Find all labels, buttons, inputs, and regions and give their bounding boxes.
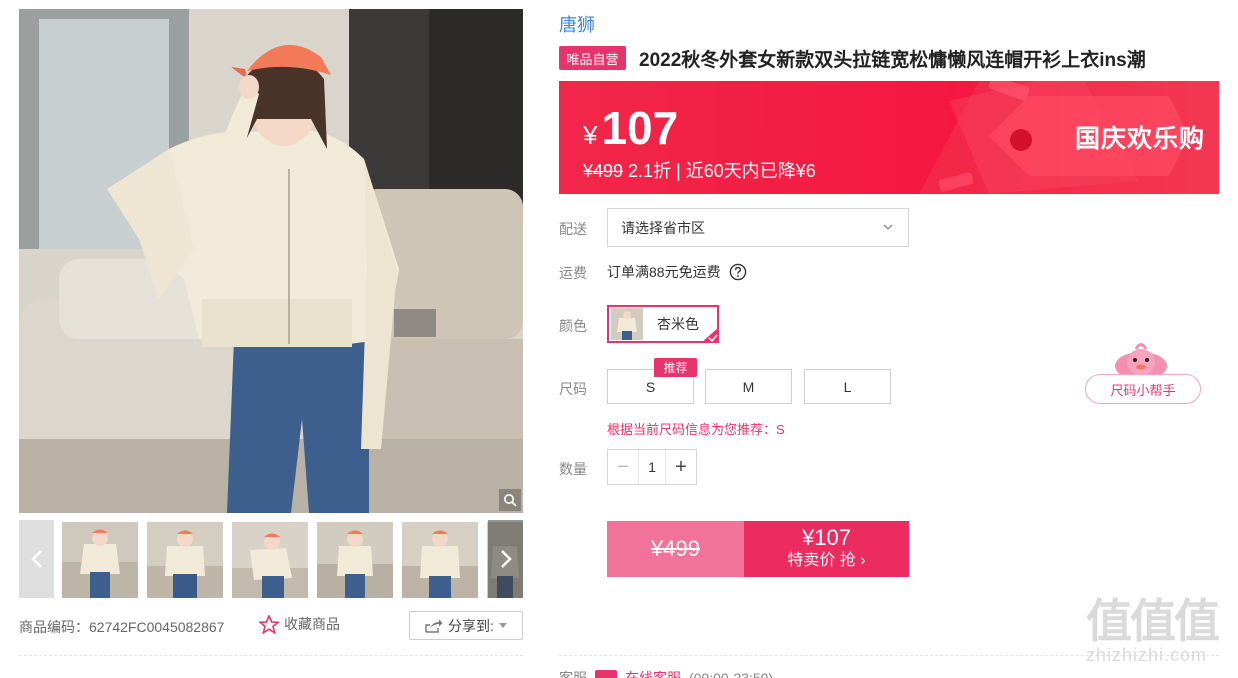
size-option-m[interactable]: M	[705, 369, 792, 404]
discount-info: 2.1折 | 近60天内已降¥6	[623, 161, 816, 181]
online-service-link[interactable]: 在线客服	[625, 668, 681, 678]
quantity-stepper: − 1 +	[607, 449, 697, 485]
size-helper[interactable]: 尺码小帮手	[1084, 340, 1202, 406]
color-name: 杏米色	[657, 316, 699, 332]
color-label: 颜色	[559, 318, 587, 334]
chevron-right-icon	[500, 550, 512, 568]
thumbnail-1[interactable]	[62, 522, 138, 598]
shipping-label: 运费	[559, 265, 587, 281]
sku-code: 商品编码：62742FC0045082867	[19, 619, 225, 635]
favorite-label: 收藏商品	[284, 616, 340, 632]
chevron-down-icon	[883, 224, 893, 230]
thumbnail-strip	[19, 520, 523, 598]
caret-down-icon	[498, 623, 507, 628]
price-value: 107	[601, 102, 679, 154]
customer-service-row: 客服 在线客服 (09:00-23:59)	[559, 668, 773, 678]
price-banner: ¥ 107 ¥499 2.1折 | 近60天内已降¥6 国庆欢乐购	[559, 81, 1219, 194]
product-meta-row: 商品编码：62742FC0045082867 收藏商品 分享到:	[19, 611, 523, 641]
original-price: ¥499	[583, 161, 624, 181]
region-select[interactable]: 请选择省市区	[607, 208, 909, 247]
thumbnail-prev-button[interactable]	[19, 520, 54, 598]
star-icon	[259, 614, 279, 634]
product-title: 2022秋冬外套女新款双头拉链宽松慵懒风连帽开衫上衣ins潮	[639, 50, 1146, 71]
help-icon[interactable]	[729, 263, 747, 281]
buy-sale-price: ¥107	[802, 525, 851, 550]
buy-label: 特卖价 抢 ›	[787, 552, 866, 569]
magnifier-icon[interactable]	[499, 489, 521, 511]
site-watermark: 值值值 zhizhizhi.com	[1086, 597, 1234, 671]
self-operated-badge: 唯品自营	[559, 46, 626, 70]
watermark-url: zhizhizhi.com	[1086, 645, 1208, 665]
chevron-left-icon	[30, 550, 42, 568]
size-recommendation: 根据当前尺码信息为您推荐：S	[607, 422, 785, 437]
thumbnail-next-button[interactable]	[488, 520, 523, 598]
thumbnail-5[interactable]	[402, 522, 478, 598]
size-option-l[interactable]: L	[804, 369, 891, 404]
recommended-badge: 推荐	[654, 358, 697, 377]
chat-icon	[595, 670, 617, 678]
thumbnail-3[interactable]	[232, 522, 308, 598]
quantity-plus-button[interactable]: +	[666, 450, 696, 484]
favorite-button[interactable]: 收藏商品	[259, 614, 340, 634]
quantity-label: 数量	[559, 461, 587, 477]
buy-original-price: ¥499	[607, 521, 744, 577]
price-subline: ¥499 2.1折 | 近60天内已降¥6	[583, 157, 816, 183]
share-label: 分享到:	[448, 617, 494, 634]
size-helper-button[interactable]: 尺码小帮手	[1085, 374, 1201, 404]
share-icon	[425, 619, 443, 633]
quantity-minus-button[interactable]: −	[608, 450, 638, 484]
color-option-selected[interactable]: 杏米色	[607, 305, 719, 343]
shipping-info: 订单满88元免运费	[607, 262, 747, 282]
currency-symbol: ¥	[583, 120, 598, 150]
service-label: 客服	[559, 670, 587, 678]
main-product-image[interactable]	[19, 9, 523, 513]
divider	[19, 655, 523, 656]
buy-sale-block: ¥107 特卖价 抢 ›	[744, 521, 909, 577]
service-hours: (09:00-23:59)	[689, 670, 774, 678]
share-dropdown[interactable]: 分享到:	[409, 611, 523, 640]
size-label: 尺码	[559, 381, 587, 397]
watermark-logo: 值值值	[1086, 595, 1220, 647]
checkmark-icon	[701, 327, 719, 343]
shipping-text: 订单满88元免运费	[607, 264, 721, 280]
buy-now-button[interactable]: ¥499 ¥107 特卖价 抢 ›	[607, 521, 909, 577]
current-price: ¥ 107	[583, 101, 678, 155]
product-photo	[19, 9, 523, 513]
color-swatch	[611, 308, 643, 340]
delivery-label: 配送	[559, 221, 587, 237]
quantity-input[interactable]: 1	[638, 450, 666, 484]
brand-link[interactable]: 唐狮	[559, 11, 595, 37]
thumbnail-4[interactable]	[317, 522, 393, 598]
region-placeholder: 请选择省市区	[621, 219, 705, 236]
thumbnail-2[interactable]	[147, 522, 223, 598]
promo-tag: 国庆欢乐购	[1075, 125, 1206, 153]
